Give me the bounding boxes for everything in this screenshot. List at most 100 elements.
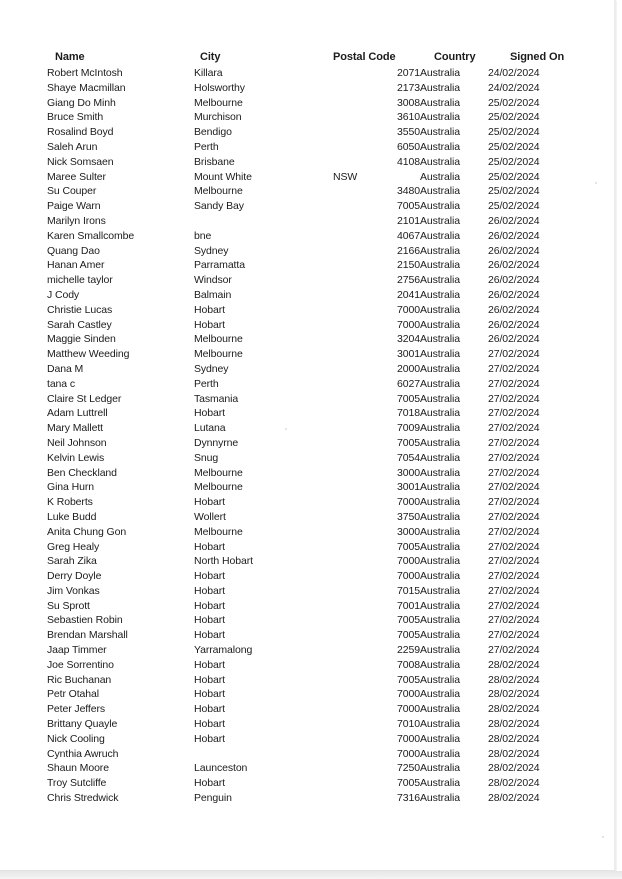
cell-signed-on: 26/02/2024: [488, 229, 540, 242]
cell-country: Australia: [420, 688, 460, 701]
cell-postal-code: 7250: [397, 762, 420, 775]
cell-postal-code: 7054: [397, 451, 420, 464]
cell-name: Karen Smallcombe: [47, 229, 135, 242]
cell-postal-code: 7000: [397, 747, 420, 760]
table-row: Robert McIntosh Killara 2071 Australia 24/02…: [47, 66, 583, 81]
cell-signed-on: 25/02/2024: [488, 185, 540, 198]
cell-postal-code: 3000: [397, 525, 420, 538]
cell-postal-code: 2071: [397, 67, 420, 79]
cell-country: Australia: [420, 377, 460, 390]
table-row: Greg Healy Hobart 7005 Australia 27/02/2024: [47, 540, 583, 555]
cell-country: Australia: [420, 288, 460, 301]
cell-country: Australia: [420, 525, 460, 538]
cell-postal-code: 7010: [397, 718, 420, 731]
cell-postal-code: 7001: [397, 599, 420, 612]
table-row: Luke Budd Wollert 3750 Australia 27/02/2024: [47, 510, 583, 525]
cell-postal-code: 7000: [397, 318, 420, 331]
table-row: Sarah Zika North Hobart 7000 Australia 27/02…: [47, 554, 583, 569]
cell-signed-on: 26/02/2024: [488, 274, 540, 287]
cell-city: Windsor: [194, 274, 232, 287]
table-row: Derry Doyle Hobart 7000 Australia 27/02/2024: [47, 569, 583, 584]
cell-signed-on: 26/02/2024: [488, 214, 540, 227]
cell-name: Paige Warn: [47, 200, 101, 213]
cell-signed-on: 27/02/2024: [488, 377, 540, 390]
cell-name: Bruce Smith: [47, 111, 104, 124]
table-row: Nick Somsaen Brisbane 4108 Australia 25/02/2…: [47, 155, 583, 170]
cell-signed-on: 26/02/2024: [488, 303, 540, 316]
cell-city: Melbourne: [194, 481, 243, 494]
cell-city: Launceston: [194, 762, 248, 775]
table-row: Maree Sulter Mount White NSW Australia 25/02…: [47, 170, 583, 185]
cell-postal-code: 7005: [397, 673, 420, 686]
cell-city: Hobart: [194, 614, 225, 627]
cell-country: Australia: [420, 540, 460, 553]
cell-name: Sebastien Robin: [47, 614, 123, 627]
cell-name: Jim Vonkas: [47, 584, 100, 597]
cell-postal-code: 3610: [397, 111, 420, 124]
cell-signed-on: 28/02/2024: [488, 762, 540, 775]
cell-city: Brisbane: [194, 155, 235, 168]
table-row: Hanan Amer Parramatta 2150 Australia 26/02/2…: [47, 258, 583, 273]
cell-country: Australia: [420, 732, 460, 745]
cell-postal-code: 2150: [397, 259, 420, 272]
cell-country: Australia: [420, 673, 460, 686]
cell-signed-on: 26/02/2024: [488, 288, 540, 301]
cell-name: Su Couper: [47, 185, 97, 198]
cell-city: Perth: [194, 140, 219, 153]
cell-name: Giang Do Minh: [47, 96, 116, 109]
cell-postal-code: 7015: [397, 584, 420, 597]
cell-city: Killara: [194, 67, 223, 79]
cell-name: Ric Buchanan: [47, 673, 112, 686]
cell-city: Lutana: [194, 422, 226, 435]
cell-postal-code: 7005: [397, 200, 420, 213]
cell-signed-on: 28/02/2024: [488, 718, 540, 731]
table-row: Ric Buchanan Hobart 7005 Australia 28/02/202…: [47, 673, 583, 688]
table-row: Maggie Sinden Melbourne 3204 Australia 26/02…: [47, 332, 583, 347]
table-row: Karen Smallcombe bne 4067 Australia 26/02/20…: [47, 229, 583, 244]
cell-country: Australia: [420, 407, 460, 420]
table-row: Su Sprott Hobart 7001 Australia 27/02/2024: [47, 599, 583, 614]
cell-country: Australia: [420, 570, 460, 583]
cell-signed-on: 27/02/2024: [488, 362, 540, 375]
table-row: tana c Perth 6027 Australia 27/02/2024: [47, 377, 583, 392]
cell-name: Anita Chung Gon: [47, 525, 127, 538]
cell-country: Australia: [420, 658, 460, 671]
cell-city: Murchison: [194, 111, 242, 124]
signatories-table: Name City Postal Code Country Signed On …: [47, 49, 583, 806]
cell-country: Australia: [420, 614, 460, 627]
cell-country: Australia: [420, 259, 460, 272]
cell-signed-on: 26/02/2024: [488, 333, 540, 346]
cell-country: Australia: [420, 555, 460, 568]
cell-city: Hobart: [194, 703, 225, 716]
cell-name: Adam Luttrell: [47, 407, 108, 420]
cell-postal-code: 3550: [397, 126, 420, 139]
cell-signed-on: 27/02/2024: [488, 451, 540, 464]
cell-postal-code: 4108: [397, 155, 420, 168]
cell-postal-code: 3480: [397, 185, 420, 198]
cell-signed-on: 26/02/2024: [488, 318, 540, 331]
cell-postal-code: 7005: [397, 614, 420, 627]
cell-city: Snug: [194, 451, 219, 464]
cell-country: Australia: [420, 747, 460, 760]
cell-city: Sandy Bay: [194, 200, 244, 213]
cell-name: Mary Mallett: [47, 422, 103, 435]
cell-postal-code: 3750: [397, 510, 420, 523]
table-row: Quang Dao Sydney 2166 Australia 26/02/2024: [47, 244, 583, 259]
table-row: Matthew Weeding Melbourne 3001 Australia 27/…: [47, 347, 583, 362]
cell-city: Mount White: [194, 170, 252, 183]
cell-city: Hobart: [194, 599, 225, 612]
cell-city: Wollert: [194, 510, 226, 523]
cell-signed-on: 25/02/2024: [488, 96, 540, 109]
cell-postal-code: NSW: [333, 170, 358, 183]
cell-postal-code: 7000: [397, 732, 420, 745]
cell-city: Hobart: [194, 673, 225, 686]
cell-country: Australia: [420, 348, 460, 361]
table-row: Sarah Castley Hobart 7000 Australia 26/02/20…: [47, 318, 583, 333]
table-row: Petr Otahal Hobart 7000 Australia 28/02/2024: [47, 687, 583, 702]
cell-country: Australia: [420, 229, 460, 242]
cell-city: Perth: [194, 377, 219, 390]
cell-country: Australia: [420, 111, 460, 124]
cell-postal-code: 7009: [397, 422, 420, 435]
cell-country: Australia: [420, 81, 460, 94]
cell-name: Matthew Weeding: [47, 348, 130, 361]
